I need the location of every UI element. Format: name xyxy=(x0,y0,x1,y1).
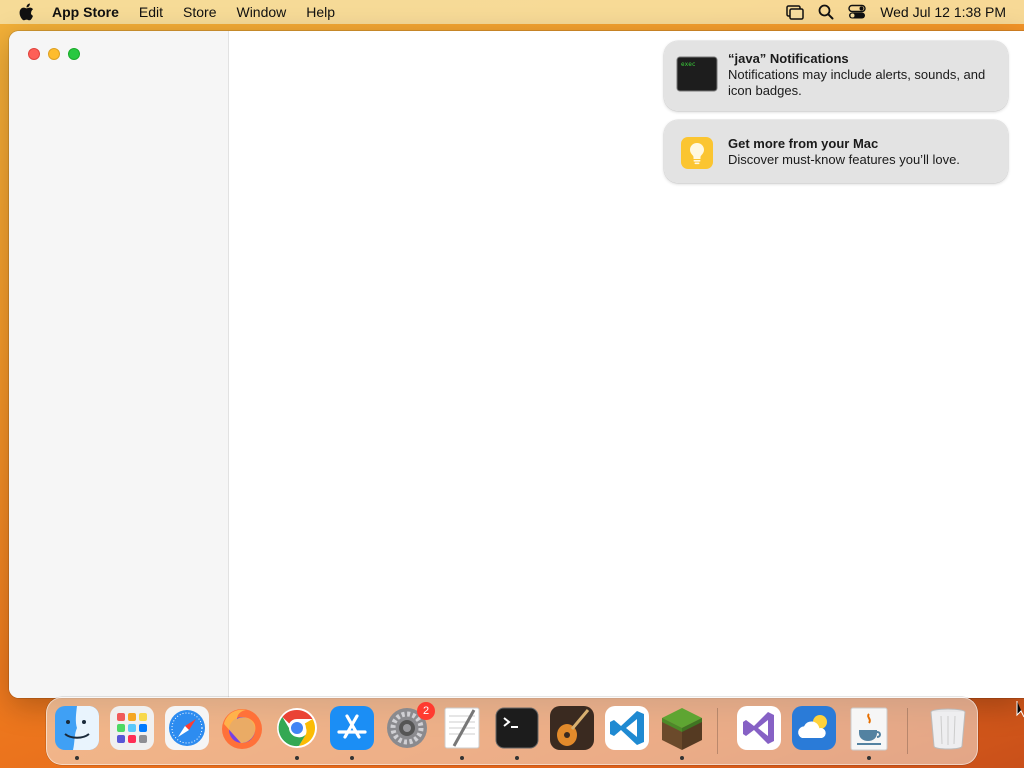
dock-trash[interactable] xyxy=(924,704,972,754)
dock-chrome[interactable] xyxy=(273,704,321,760)
spotlight-search-icon[interactable] xyxy=(818,4,834,20)
running-indicator xyxy=(75,756,79,760)
menu-edit[interactable]: Edit xyxy=(129,0,173,24)
chrome-icon xyxy=(277,708,317,748)
dock-system-settings[interactable]: 2 xyxy=(383,702,435,754)
exec-terminal-icon: exec xyxy=(676,53,718,95)
running-indicator xyxy=(460,756,464,760)
notification-body: Notifications may include alerts, sounds… xyxy=(728,67,986,98)
safari-icon xyxy=(165,706,209,750)
weather-icon xyxy=(792,706,836,750)
dock-textedit[interactable] xyxy=(438,704,486,760)
close-window-button[interactable] xyxy=(28,48,40,60)
notification-title: “java” Notifications xyxy=(728,51,849,66)
grass-block-icon xyxy=(662,708,702,750)
guitar-icon xyxy=(550,706,594,750)
running-indicator xyxy=(680,756,684,760)
notification-title: Get more from your Mac xyxy=(728,136,879,151)
screen-mirroring-icon[interactable] xyxy=(786,4,804,20)
menu-app-name[interactable]: App Store xyxy=(52,0,129,24)
apple-menu[interactable] xyxy=(0,3,52,21)
mouse-cursor-icon xyxy=(1016,701,1024,718)
dock-terminal[interactable] xyxy=(493,704,541,760)
maximize-window-button[interactable] xyxy=(68,48,80,60)
control-center-icon[interactable] xyxy=(848,4,866,20)
dock-garageband[interactable] xyxy=(548,704,596,754)
dock-minecraft[interactable] xyxy=(658,704,706,760)
notification-badge: 2 xyxy=(417,702,435,720)
minimize-window-button[interactable] xyxy=(48,48,60,60)
terminal-icon xyxy=(495,707,539,749)
running-indicator xyxy=(867,756,871,760)
dock-weather[interactable] xyxy=(790,704,838,754)
trash-icon xyxy=(930,708,966,750)
dock-separator xyxy=(717,708,718,754)
running-indicator xyxy=(515,756,519,760)
notification-java[interactable]: exec “java” Notifications Notifications … xyxy=(664,41,1008,111)
menu-help[interactable]: Help xyxy=(296,0,345,24)
svg-text:exec: exec xyxy=(681,61,696,68)
dock-app-store[interactable] xyxy=(328,704,376,760)
dock-separator xyxy=(907,708,908,754)
app-store-icon xyxy=(330,706,374,750)
dock-firefox[interactable] xyxy=(218,704,266,754)
visual-studio-icon xyxy=(737,706,781,750)
dock-vscode[interactable] xyxy=(603,704,651,754)
dock-finder[interactable] xyxy=(53,704,101,760)
dock-visual-studio[interactable] xyxy=(735,704,783,754)
dock-java[interactable] xyxy=(845,704,893,760)
running-indicator xyxy=(295,756,299,760)
dock: 2 xyxy=(46,697,978,765)
java-cup-icon xyxy=(850,707,888,751)
vscode-icon xyxy=(605,706,649,750)
launchpad-icon xyxy=(110,706,154,750)
notification-get-more[interactable]: Get more from your Mac Discover must-kno… xyxy=(664,120,1008,183)
lightbulb-icon xyxy=(676,132,718,174)
firefox-icon xyxy=(222,709,262,749)
textedit-icon xyxy=(444,707,480,749)
running-indicator xyxy=(350,756,354,760)
sidebar xyxy=(9,31,229,698)
finder-icon xyxy=(55,706,99,750)
menu-bar: App Store Edit Store Window Help Wed Jul… xyxy=(0,0,1024,24)
dock-launchpad[interactable] xyxy=(108,704,156,754)
notification-body: Discover must-know features you’ll love. xyxy=(728,152,960,167)
menu-clock[interactable]: Wed Jul 12 1:38 PM xyxy=(880,4,1006,20)
window-controls xyxy=(28,48,80,60)
menu-store[interactable]: Store xyxy=(173,0,226,24)
dock-safari[interactable] xyxy=(163,704,211,754)
apple-icon xyxy=(19,3,34,21)
menu-window[interactable]: Window xyxy=(226,0,296,24)
